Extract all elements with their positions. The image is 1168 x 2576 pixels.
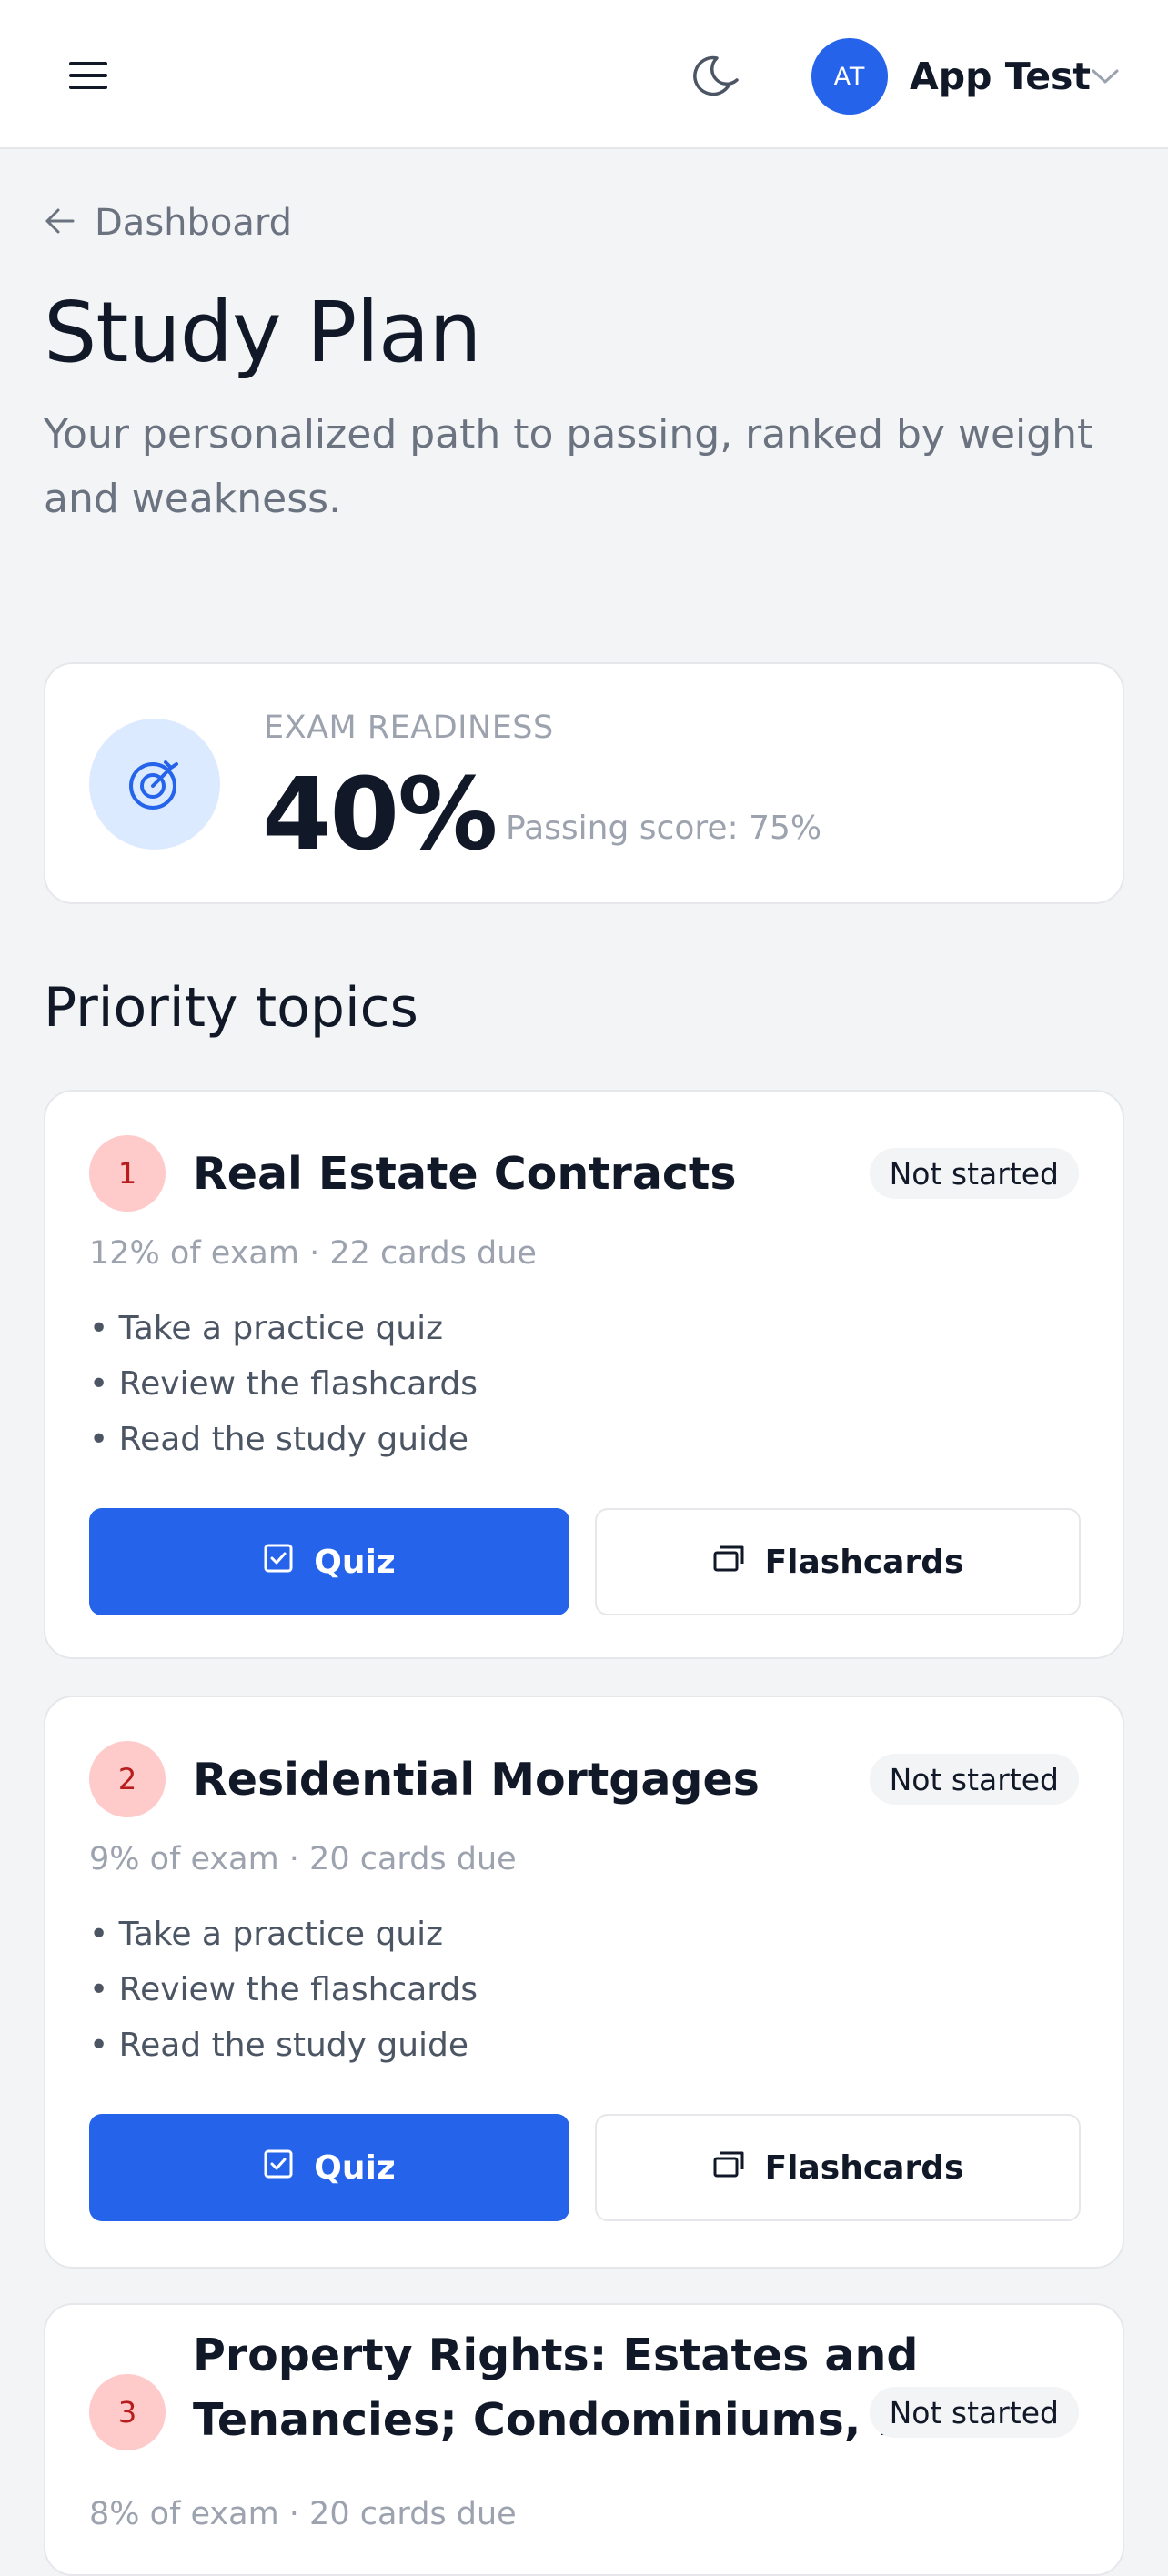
topic-meta: 12% of exam · 22 cards due <box>89 1235 537 1272</box>
topic-card: 2 Residential Mortgages Not started 9% o… <box>44 1696 1124 2269</box>
flashcards-button[interactable]: Flashcards <box>595 2114 1081 2221</box>
avatar[interactable]: AT <box>811 38 888 115</box>
quiz-button-label: Quiz <box>314 1543 396 1581</box>
moon-icon[interactable] <box>693 47 748 102</box>
topic-title-line: Tenancies; Condominiums, ... <box>193 2394 928 2446</box>
quiz-button[interactable]: Quiz <box>89 2114 569 2221</box>
breadcrumb-label: Dashboard <box>95 202 293 244</box>
hamburger-menu-icon[interactable] <box>65 56 116 96</box>
list-item: • Read the study guide <box>89 2027 469 2064</box>
chevron-down-icon[interactable] <box>1090 64 1121 89</box>
user-name[interactable]: App Test <box>910 51 1091 102</box>
flashcards-button[interactable]: Flashcards <box>595 1508 1081 1615</box>
checkbox-icon <box>263 2148 294 2188</box>
topic-title-line: Property Rights: Estates and <box>193 2329 919 2381</box>
priority-topics-heading: Priority topics <box>44 976 418 1040</box>
topic-title[interactable]: Residential Mortgages <box>193 1747 760 1812</box>
list-item: • Review the flashcards <box>89 1971 478 2008</box>
quiz-button[interactable]: Quiz <box>89 1508 569 1615</box>
status-badge: Not started <box>869 2387 1079 2438</box>
passing-score: Passing score: 75% <box>506 810 822 847</box>
readiness-label: EXAM READINESS <box>264 709 554 746</box>
flashcards-button-label: Flashcards <box>764 2148 964 2187</box>
page-subtitle: Your personalized path to passing, ranke… <box>44 411 1093 522</box>
target-icon <box>89 719 220 850</box>
page-title: Study Plan <box>44 284 482 381</box>
topic-steps: • Take a practice quiz • Review the flas… <box>89 1301 478 1467</box>
topic-title[interactable]: Real Estate Contracts <box>193 1142 737 1206</box>
readiness-value: 40% <box>262 756 498 872</box>
cards-icon <box>712 1544 745 1581</box>
flashcards-button-label: Flashcards <box>764 1543 964 1581</box>
topic-meta: 9% of exam · 20 cards due <box>89 1841 517 1877</box>
list-item: • Read the study guide <box>89 1421 469 1458</box>
cards-icon <box>712 2149 745 2187</box>
topic-card: 1 Real Estate Contracts Not started 12% … <box>44 1090 1124 1659</box>
list-item: • Take a practice quiz <box>89 1916 444 1953</box>
topic-card: 3 Property Rights: Estates and Tenancies… <box>44 2303 1124 2576</box>
topic-rank-badge: 2 <box>89 1741 166 1817</box>
topic-title[interactable]: Property Rights: Estates and Tenancies; … <box>193 2323 927 2452</box>
top-bar: AT App Test <box>0 0 1168 149</box>
breadcrumb[interactable]: Dashboard <box>44 198 292 247</box>
arrow-left-icon <box>44 207 76 238</box>
topic-rank-badge: 1 <box>89 1135 166 1212</box>
checkbox-icon <box>263 1543 294 1582</box>
status-badge: Not started <box>869 1754 1079 1805</box>
topic-rank-badge: 3 <box>89 2374 166 2450</box>
list-item: • Take a practice quiz <box>89 1310 444 1347</box>
topic-steps: • Take a practice quiz • Review the flas… <box>89 1907 478 2073</box>
exam-readiness-card: EXAM READINESS 40% Passing score: 75% <box>44 662 1124 904</box>
status-badge: Not started <box>869 1148 1079 1199</box>
list-item: • Review the flashcards <box>89 1365 478 1403</box>
quiz-button-label: Quiz <box>314 2148 396 2187</box>
topic-meta: 8% of exam · 20 cards due <box>89 2496 517 2532</box>
